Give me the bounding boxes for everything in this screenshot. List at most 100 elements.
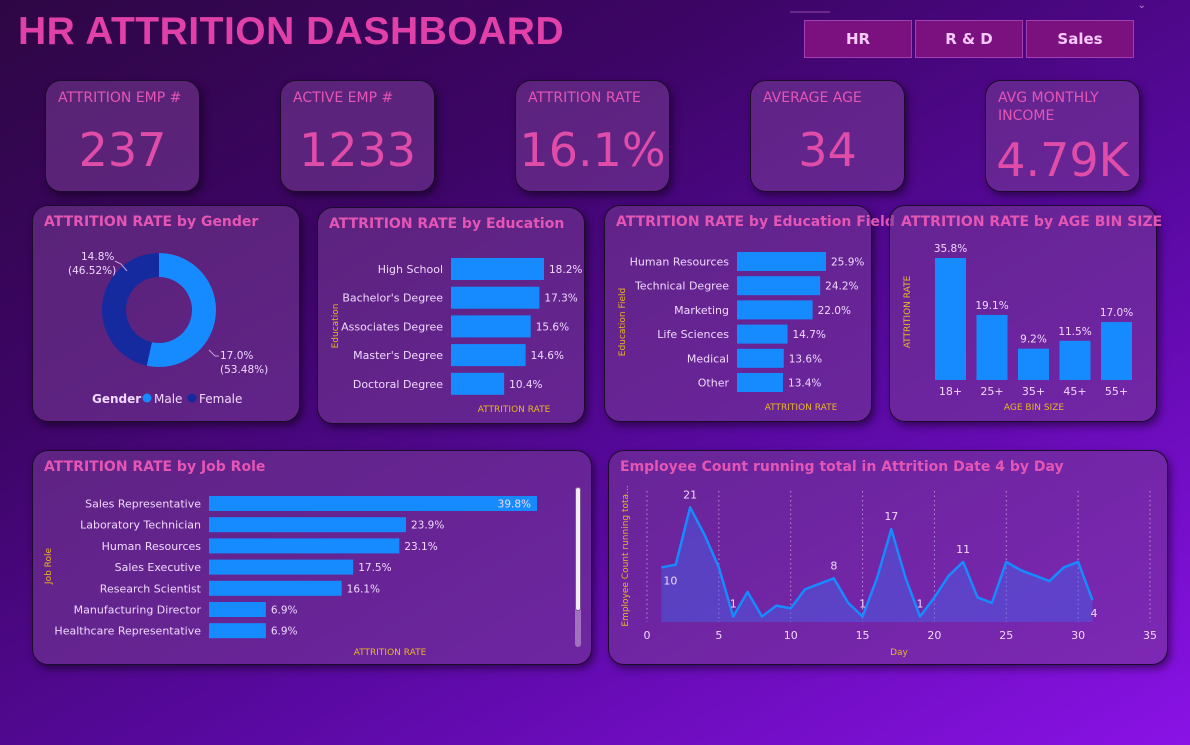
kpi-label: ACTIVE EMP # [293, 90, 394, 106]
data-label: 22.0% [818, 305, 851, 317]
bar [451, 344, 526, 367]
bar [737, 252, 826, 271]
scrollbar-thumb[interactable] [575, 487, 581, 611]
bar [1059, 340, 1091, 380]
y-axis-title: ATTRITION RATE [903, 275, 913, 348]
bar [737, 276, 821, 296]
slicer-button-hr[interactable]: HR [804, 20, 912, 58]
age-bin-bar-chart: 35.8% 18+ 19.1% 25+ 9.2% 35+ 11.5% 45+ 17.0% 55+ A… [903, 243, 1133, 413]
age-bin-chart-card[interactable]: ATTRITION RATE by AGE BIN SIZE 35.8% 18+ 1… [889, 205, 1162, 422]
legend-marker-female [187, 393, 197, 403]
bar [209, 496, 537, 511]
chevron-down-icon[interactable]: ⌄ [1138, 0, 1146, 11]
running-total-area-chart: 0 5 10 15 20 25 30 351021181171114DayEmployee C… [621, 485, 1157, 658]
x-axis-title: Day [890, 648, 908, 658]
kpi-value: 34 [798, 123, 857, 177]
data-label: 16.1% [347, 583, 380, 595]
y-axis-title: Employee Count running tota... [621, 485, 631, 626]
data-label: 35.8% [934, 243, 967, 255]
y-axis-title: Job Role [44, 547, 54, 585]
kpi-label: ATTRITION EMP # [58, 90, 182, 106]
category-label: Technical Degree [634, 280, 729, 293]
slice-label-female-value: 14.8% [81, 251, 114, 263]
bar [451, 286, 540, 309]
education-bar-chart: High School 18.2% Bachelor's Degree 17.3% As… [331, 258, 582, 415]
kpi-card-active-emp[interactable]: ACTIVE EMP # 1233 [280, 80, 435, 192]
data-label: 15.6% [536, 321, 569, 333]
kpi-value: 4.79K [996, 133, 1129, 187]
data-label: 39.8% [498, 499, 531, 511]
bar [1018, 348, 1049, 380]
bar [209, 559, 354, 575]
category-label: Sales Representative [85, 498, 201, 511]
bar [737, 300, 813, 320]
legend-label-male: Male [154, 392, 182, 406]
education-field-chart-card[interactable]: ATTRITION RATE by Education Field Human … [604, 205, 895, 422]
category-label: Research Scientist [100, 582, 202, 595]
kpi-value: 16.1% [519, 123, 666, 177]
category-label: Other [698, 377, 730, 390]
category-label: Human Resources [102, 540, 202, 553]
category-label: Laboratory Technician [80, 519, 201, 532]
kpi-label: ATTRITION RATE [528, 90, 641, 106]
data-label: 17.3% [544, 293, 577, 305]
kpi-value: 237 [78, 123, 167, 177]
data-label: 6.9% [271, 626, 298, 638]
kpi-value: 1233 [298, 123, 417, 177]
education-chart-card[interactable]: ATTRITION RATE by Education High School 1… [317, 207, 585, 424]
data-label: 1 [917, 598, 924, 611]
category-label: Human Resources [630, 256, 730, 269]
job-role-chart-card[interactable]: ATTRITION RATE by Job Role Sales Represe… [32, 450, 592, 665]
kpi-label: AVERAGE AGE [763, 90, 862, 106]
data-label: 21 [683, 488, 697, 501]
x-tick-label: 0 [644, 629, 651, 642]
x-tick-label: 25 [999, 629, 1013, 642]
y-axis-title: Education Field [618, 288, 628, 356]
data-label: 10 [663, 574, 677, 587]
data-label: 19.1% [975, 300, 1008, 312]
category-label: Marketing [674, 304, 729, 317]
kpi-label: AVG MONTHLY INCOME [998, 90, 1099, 124]
kpi-card-attrition-rate[interactable]: ATTRITION RATE 16.1% [515, 80, 670, 192]
data-label: 11 [956, 543, 970, 556]
data-label: 8 [830, 559, 837, 572]
legend-label-female: Female [199, 392, 242, 406]
area-fill [661, 507, 1093, 622]
bar [451, 372, 505, 395]
data-label: 23.1% [404, 541, 437, 553]
gender-donut-chart: 17.0% (53.48%) 14.8% (46.52%) Gender Male Fema… [68, 251, 268, 406]
slicer-button-sales[interactable]: Sales [1026, 20, 1134, 58]
category-label: 25+ [980, 385, 1003, 398]
bar [451, 258, 544, 280]
bar [737, 373, 784, 392]
data-label: 13.6% [789, 353, 822, 365]
bar [935, 258, 966, 380]
x-tick-label: 30 [1071, 629, 1085, 642]
data-label: 14.7% [793, 329, 826, 341]
category-label: 18+ [939, 385, 962, 398]
legend-marker-male [142, 393, 152, 403]
slice-label-male-value: 17.0% [220, 350, 253, 362]
running-total-chart-card[interactable]: Employee Count running total in Attritio… [608, 450, 1168, 665]
x-tick-label: 10 [784, 629, 798, 642]
kpi-card-average-age[interactable]: AVERAGE AGE 34 [750, 80, 905, 192]
kpi-card-attrition-emp[interactable]: ATTRITION EMP # 237 [45, 80, 200, 192]
callout-line-male [208, 349, 219, 357]
category-label: Doctoral Degree [353, 378, 443, 391]
category-label: Healthcare Representative [54, 625, 201, 638]
bar [209, 602, 266, 617]
bar [209, 517, 406, 533]
x-axis-title: AGE BIN SIZE [1004, 403, 1064, 413]
department-slicer-header[interactable]: ⌄ [790, 0, 1150, 16]
x-tick-label: 5 [715, 629, 722, 642]
slicer-header-line [790, 11, 830, 13]
bar [451, 315, 531, 338]
data-label: 14.6% [531, 350, 564, 362]
data-label: 11.5% [1058, 326, 1091, 338]
data-label: 13.4% [788, 378, 821, 390]
x-axis-title: ATTRITION RATE [354, 648, 427, 658]
gender-chart-card[interactable]: ATTRITION RATE by Gender 17.0% (53.48%) 14… [32, 205, 300, 422]
data-label: 6.9% [271, 605, 298, 617]
kpi-card-avg-monthly-income[interactable]: AVG MONTHLY INCOME 4.79K [985, 80, 1140, 192]
slicer-button-rd[interactable]: R & D [915, 20, 1023, 58]
